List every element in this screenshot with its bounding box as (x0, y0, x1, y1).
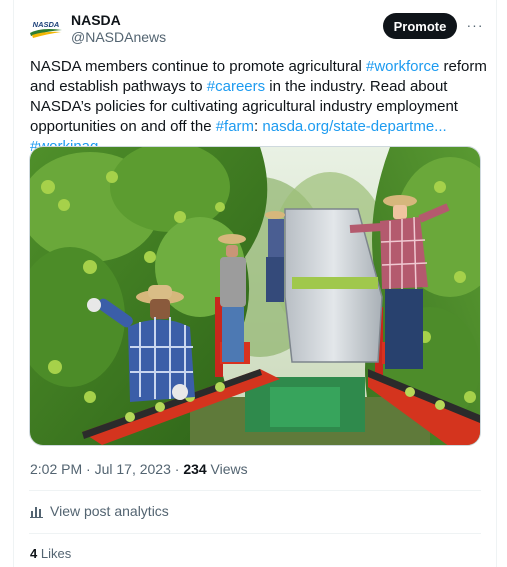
avatar-text: NASDA (33, 20, 60, 29)
views-count: 234 (183, 461, 207, 477)
tweet-photo[interactable] (29, 146, 481, 446)
views-label: Views (206, 461, 248, 477)
divider (29, 533, 481, 534)
display-name[interactable]: NASDA (71, 12, 121, 29)
orchard-workers-photo (30, 147, 480, 445)
tweet-link[interactable]: #workforce (366, 58, 439, 75)
tweet-link[interactable]: #careers (207, 78, 265, 95)
user-handle[interactable]: @NASDAnews (71, 29, 166, 46)
tweet-text-segment: NASDA members continue to promote agricu… (30, 58, 366, 75)
view-analytics-link[interactable]: View post analytics (30, 502, 169, 520)
analytics-label: View post analytics (50, 503, 169, 519)
avatar[interactable]: NASDA (29, 12, 63, 46)
timestamp[interactable]: 2:02 PM · Jul 17, 2023 · (30, 461, 183, 477)
tweet-link[interactable]: nasda.org/state-departme... (262, 118, 446, 135)
more-options-icon[interactable]: ··· (466, 15, 484, 35)
tweet-meta: 2:02 PM · Jul 17, 2023 · 234 Views (30, 460, 248, 478)
tweet-text: NASDA members continue to promote agricu… (30, 57, 488, 157)
divider (29, 490, 481, 491)
promote-button[interactable]: Promote (383, 13, 457, 39)
bar-chart-icon (30, 507, 43, 518)
tweet-link[interactable]: #farm (216, 118, 254, 135)
likes-count[interactable]: 4 Likes (30, 546, 71, 562)
likes-label: Likes (37, 546, 72, 561)
nasda-logo-icon: NASDA (30, 20, 62, 38)
